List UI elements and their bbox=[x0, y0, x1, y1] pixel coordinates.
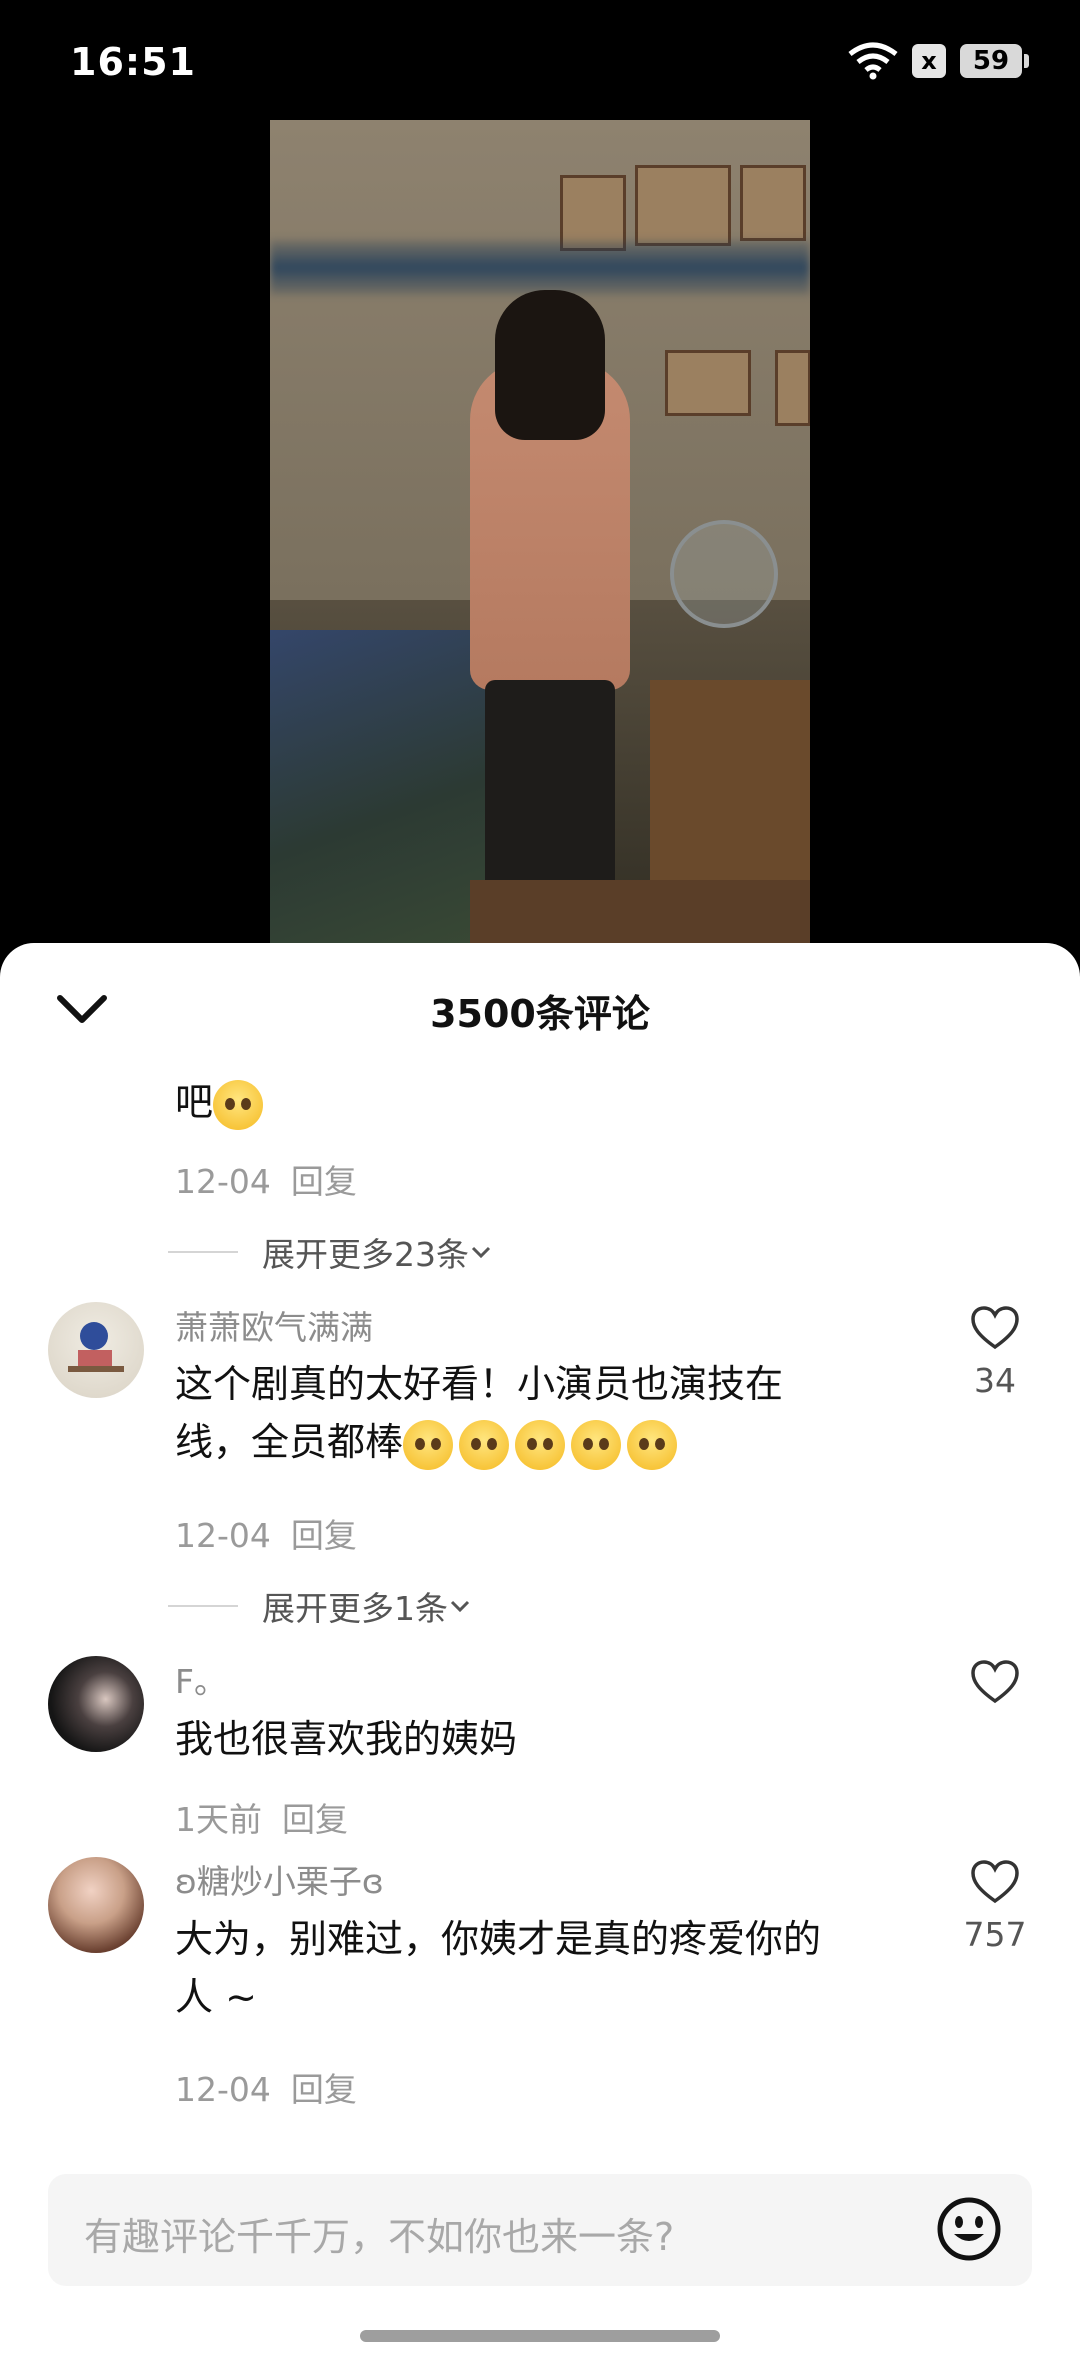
pleading-emoji-icon bbox=[571, 1419, 622, 1470]
chevron-down-icon bbox=[450, 1600, 470, 1613]
pleading-emoji-icon bbox=[627, 1419, 678, 1470]
comment-text: 这个剧真的太好看！小演员也演技在 线，全员都棒 bbox=[175, 1355, 783, 1471]
reply-button[interactable]: 回复 bbox=[291, 1162, 357, 1201]
like-button[interactable]: 757 bbox=[960, 1859, 1030, 1954]
like-count: 34 bbox=[974, 1361, 1016, 1400]
comment-input-placeholder: 有趣评论千千万，不如你也来一条? bbox=[84, 2215, 675, 2259]
comments-sheet: 3500条评论 吧 12-04 回复 展开更多23条 萧萧欧气满满 这个剧真的太好… bbox=[0, 943, 1080, 2362]
comment-text: 大为，别难过，你姨才是真的疼爱你的 人 ~ bbox=[175, 1917, 822, 2019]
heart-icon bbox=[971, 1860, 1019, 1904]
crying-emoji-icon bbox=[213, 1079, 264, 1130]
reply-button[interactable]: 回复 bbox=[291, 2070, 357, 2109]
comment-meta: 1天前 回复 bbox=[175, 1793, 348, 1841]
comment-date: 12-04 bbox=[175, 1162, 271, 1201]
avatar[interactable] bbox=[48, 1302, 144, 1398]
video-player[interactable] bbox=[270, 120, 810, 950]
like-button[interactable] bbox=[960, 1659, 1030, 1709]
close-box-icon: x bbox=[912, 44, 946, 78]
comment-username[interactable]: F。 bbox=[175, 1655, 227, 1703]
like-count: 757 bbox=[963, 1915, 1027, 1954]
avatar[interactable] bbox=[48, 1656, 144, 1752]
comment-meta: 12-04 回复 bbox=[175, 2063, 357, 2111]
comment-date: 1天前 bbox=[175, 1800, 262, 1839]
heart-icon bbox=[971, 1306, 1019, 1350]
comment-username[interactable]: 萧萧欧气满满 bbox=[175, 1301, 373, 1349]
avatar[interactable] bbox=[48, 1857, 144, 1953]
comment-input[interactable]: 有趣评论千千万，不如你也来一条? bbox=[48, 2174, 1032, 2286]
reply-button[interactable]: 回复 bbox=[291, 1516, 357, 1555]
comment-count-title: 3500条评论 bbox=[430, 992, 650, 1036]
comment-text: 我也很喜欢我的姨妈 bbox=[175, 1717, 518, 1761]
comment-username[interactable]: ʚ糖炒小栗子ɞ bbox=[175, 1855, 384, 1903]
home-indicator[interactable] bbox=[360, 2330, 720, 2342]
reply-button[interactable]: 回复 bbox=[282, 1800, 348, 1839]
comment-meta: 12-04 回复 bbox=[175, 1509, 357, 1557]
pleading-emoji-icon bbox=[459, 1419, 510, 1470]
heart-icon bbox=[971, 1660, 1019, 1704]
chevron-down-icon bbox=[471, 1246, 491, 1259]
smile-icon[interactable] bbox=[936, 2196, 1002, 2262]
expand-replies-button[interactable]: 展开更多1条 bbox=[168, 1582, 472, 1630]
pleading-emoji-icon bbox=[403, 1419, 454, 1470]
like-button[interactable]: 34 bbox=[960, 1305, 1030, 1400]
comment-meta: 12-04 回复 bbox=[175, 1155, 357, 1203]
comment-date: 12-04 bbox=[175, 1516, 271, 1555]
comment-text: 吧 bbox=[175, 1073, 269, 1131]
wifi-icon bbox=[848, 42, 898, 80]
clock: 16:51 bbox=[70, 40, 196, 84]
battery-icon: 59 bbox=[960, 44, 1029, 78]
comment-date: 12-04 bbox=[175, 2070, 271, 2109]
pleading-emoji-icon bbox=[515, 1419, 566, 1470]
status-bar: 16:51 x 59 bbox=[0, 0, 1080, 120]
expand-replies-button[interactable]: 展开更多23条 bbox=[168, 1228, 493, 1276]
